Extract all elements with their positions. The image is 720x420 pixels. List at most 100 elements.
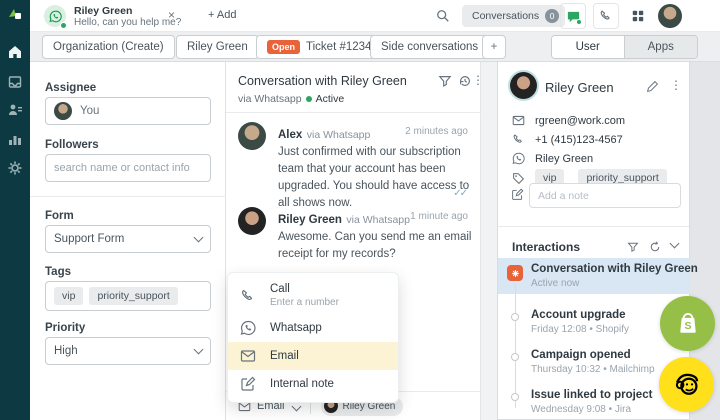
call-icon — [240, 288, 256, 304]
tag-chip[interactable]: priority_support — [89, 287, 177, 305]
mailchimp-app-button[interactable] — [659, 357, 714, 412]
assignee-avatar — [54, 102, 72, 120]
conversations-dropdown[interactable]: Conversations 0 — [462, 5, 565, 27]
edit-pencil-icon[interactable] — [646, 80, 659, 93]
add-tab-button[interactable]: + Add — [208, 9, 236, 21]
conversation-subtitle: via Whatsapp Active — [238, 93, 344, 105]
mailchimp-freddie-icon — [672, 370, 702, 400]
channel-menu: Call Enter a number Whatsapp Email Inter… — [227, 272, 399, 403]
main-nav-sidebar — [0, 0, 30, 420]
assignee-field[interactable]: You — [45, 97, 211, 125]
chevron-down-icon — [194, 344, 204, 354]
conversations-label: Conversations — [472, 10, 539, 22]
presence-dot — [60, 22, 67, 29]
menu-item-email[interactable]: Email — [228, 342, 398, 370]
tab-person[interactable]: Riley Green — [176, 35, 259, 59]
add-note-input[interactable] — [529, 183, 681, 208]
home-icon[interactable] — [7, 44, 23, 60]
form-label: Form — [45, 210, 74, 222]
message-text: Awesome. Can you send me an email receip… — [278, 229, 476, 263]
followers-field — [45, 154, 211, 182]
whatsapp-icon — [240, 320, 256, 336]
agent-workspace: Riley Green Hello, can you help me? × + … — [0, 0, 720, 420]
form-select[interactable]: Support Form — [45, 225, 211, 253]
message-author-row: Riley Green via Whatsapp — [278, 210, 410, 228]
assignee-value: You — [80, 105, 99, 117]
customers-icon[interactable] — [7, 102, 23, 118]
panel-divider — [498, 226, 689, 227]
followers-input[interactable] — [54, 162, 202, 174]
whatsapp-icon — [512, 152, 525, 165]
interaction-item[interactable]: Issue linked to project — [531, 389, 652, 401]
conversations-count-badge: 0 — [545, 9, 559, 23]
tab-side-conversations[interactable]: Side conversations — [370, 35, 489, 59]
profile-avatar — [510, 72, 537, 99]
conversation-title: Conversation with Riley Green — [238, 74, 407, 88]
followers-label: Followers — [45, 139, 99, 151]
ticket-status-badge: Open — [267, 40, 300, 54]
note-icon — [511, 188, 524, 201]
views-icon[interactable] — [7, 74, 23, 90]
tag-icon — [512, 172, 525, 185]
profile-name: Riley Green — [545, 80, 614, 95]
tab-user[interactable]: User — [552, 36, 625, 58]
tags-field[interactable]: vip priority_support — [45, 281, 211, 311]
message-text: Just confirmed with our subscription tea… — [278, 144, 476, 212]
profile-whatsapp-row[interactable]: Riley Green — [512, 152, 593, 165]
refresh-icon[interactable] — [649, 241, 661, 253]
messaging-channel-icon — [507, 265, 523, 281]
conversation-menu-icon[interactable]: ⋮ — [472, 73, 484, 87]
call-toggle[interactable] — [593, 3, 619, 29]
add-side-conversation-button[interactable]: + — [482, 35, 506, 59]
tab-apps[interactable]: Apps — [625, 36, 698, 58]
profile-phone-row[interactable]: +1 (415)123-4567 — [512, 133, 623, 146]
messaging-toggle[interactable] — [560, 3, 586, 29]
history-icon[interactable] — [458, 74, 472, 88]
apps-grid-icon[interactable] — [631, 9, 645, 23]
timeline-dot — [511, 313, 519, 321]
conversation-tab-preview: Hello, can you help me? — [74, 17, 181, 28]
profile-email-row[interactable]: rgreen@work.com — [512, 114, 625, 127]
message-author-row: Alex via Whatsapp — [278, 125, 370, 143]
interactions-title: Interactions — [512, 240, 580, 254]
menu-item-internal-note[interactable]: Internal note — [228, 370, 398, 398]
interaction-item[interactable]: Campaign opened — [531, 349, 631, 361]
conversation-status: Active — [316, 93, 345, 105]
conversation-tab-name: Riley Green — [74, 5, 132, 17]
close-tab-icon[interactable]: × — [168, 8, 175, 22]
pane-gap — [481, 62, 497, 420]
message-avatar — [238, 122, 266, 150]
conversation-channel: via Whatsapp — [238, 93, 302, 105]
menu-item-whatsapp[interactable]: Whatsapp — [228, 314, 398, 342]
interaction-item[interactable]: Account upgrade — [531, 309, 626, 321]
zendesk-logo-icon — [7, 7, 23, 23]
read-receipt-icon: ✓✓ — [453, 188, 466, 199]
filter-icon[interactable] — [627, 241, 639, 253]
filter-icon[interactable] — [438, 74, 452, 88]
email-icon — [512, 114, 525, 127]
profile-menu-icon[interactable]: ⋮ — [670, 78, 682, 92]
svg-text:S: S — [684, 319, 691, 331]
customer-panel: Riley Green ⋮ rgreen@work.com +1 (415)12… — [497, 62, 690, 420]
menu-item-call[interactable]: Call Enter a number — [228, 277, 398, 314]
ticket-number: Ticket #1234 — [306, 41, 371, 53]
context-tabstrip: Organization (Create) Riley Green Open T… — [30, 32, 720, 62]
shopify-app-button[interactable]: S — [660, 296, 715, 351]
conversation-tab[interactable]: Riley Green Hello, can you help me? × — [36, 0, 204, 32]
settings-gear-icon[interactable] — [7, 160, 23, 176]
priority-select[interactable]: High — [45, 337, 211, 365]
phone-icon — [512, 133, 525, 146]
tab-organization[interactable]: Organization (Create) — [42, 35, 175, 59]
user-avatar[interactable] — [658, 4, 682, 28]
chevron-down-icon[interactable] — [670, 239, 680, 249]
tab-ticket[interactable]: Open Ticket #1234 — [256, 35, 382, 59]
message-timestamp: 1 minute ago — [410, 211, 468, 222]
search-icon[interactable] — [436, 9, 450, 23]
topbar: Riley Green Hello, can you help me? × + … — [30, 0, 720, 32]
reporting-icon[interactable] — [7, 131, 23, 147]
internal-note-icon — [240, 376, 256, 392]
panel-toggle: User Apps — [551, 35, 698, 59]
email-icon — [240, 348, 256, 364]
message-timestamp: 2 minutes ago — [405, 126, 468, 137]
tag-chip[interactable]: vip — [54, 287, 83, 305]
